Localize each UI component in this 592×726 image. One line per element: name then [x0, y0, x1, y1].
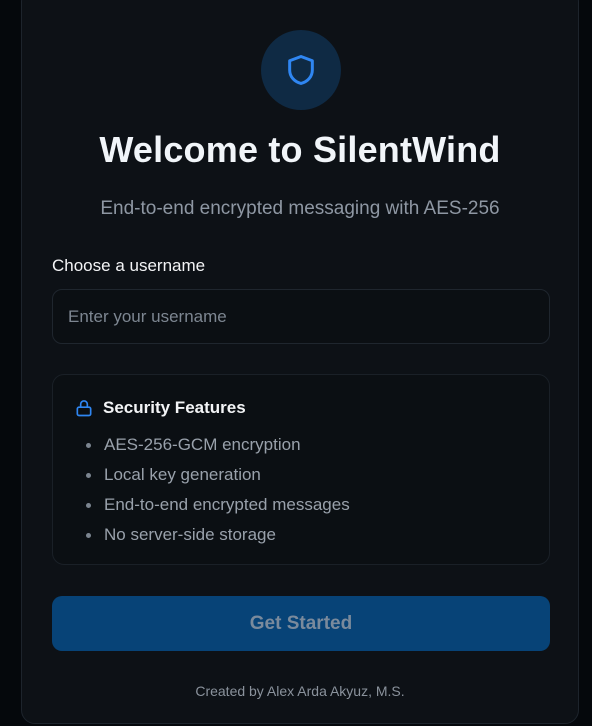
security-features-list: AES-256-GCM encryption Local key generat…: [53, 430, 350, 550]
list-item: No server-side storage: [53, 520, 350, 550]
security-features-title: Security Features: [103, 398, 246, 417]
shield-icon: [288, 55, 314, 85]
lock-icon: [76, 400, 92, 417]
username-input[interactable]: [52, 289, 550, 344]
list-item: Local key generation: [53, 460, 350, 490]
list-item: AES-256-GCM encryption: [53, 430, 350, 460]
get-started-button[interactable]: Get Started: [52, 596, 550, 651]
list-item: End-to-end encrypted messages: [53, 490, 350, 520]
footer-credit: Created by Alex Arda Akyuz, M.S.: [195, 683, 405, 699]
shield-badge: [261, 30, 341, 110]
security-features-header: Security Features: [74, 398, 246, 418]
username-label: Choose a username: [52, 256, 206, 275]
welcome-card: Welcome to SilentWind End-to-end encrypt…: [21, 0, 579, 724]
page-subtitle: End-to-end encrypted messaging with AES-…: [100, 198, 500, 219]
page-title: Welcome to SilentWind: [99, 129, 501, 170]
security-features-panel: Security Features AES-256-GCM encryption…: [52, 374, 550, 565]
